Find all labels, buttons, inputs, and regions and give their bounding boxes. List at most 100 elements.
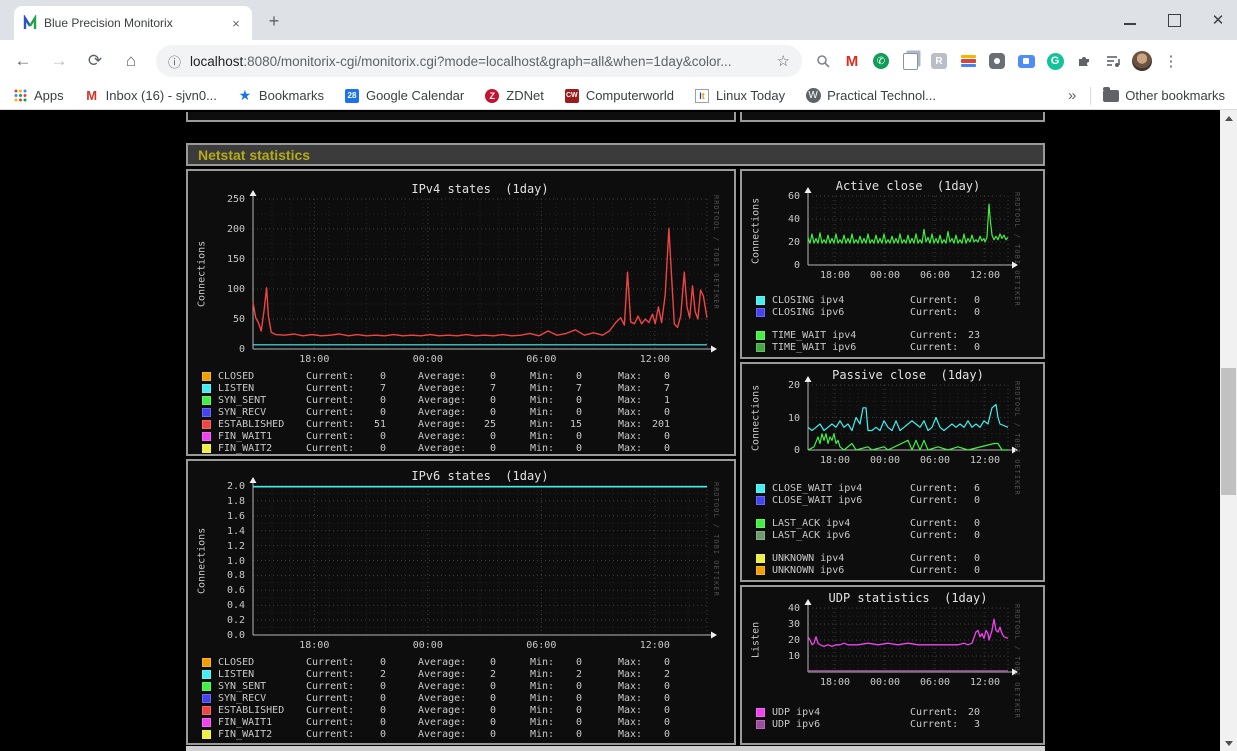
bookmark-linux-today[interactable]: lt Linux Today — [694, 88, 785, 104]
legend-swatch — [202, 407, 211, 417]
bookmarks-overflow-icon[interactable]: » — [1068, 87, 1076, 104]
legend-value-average: 0 — [489, 442, 496, 454]
legend-active-close: CLOSING ipv4 Current: 0 CLOSING ipv6 Current… — [742, 294, 1043, 353]
home-icon[interactable]: ⌂ — [118, 48, 144, 74]
scroll-up-arrow[interactable] — [1220, 110, 1237, 126]
previous-panel-bottom-left — [186, 112, 736, 122]
chart-ylabel: Connections — [750, 197, 762, 264]
bookmark-practical-technology[interactable]: W Practical Technol... — [805, 88, 936, 104]
search-icon[interactable] — [812, 50, 834, 72]
browser-tab[interactable]: Blue Precision Monitorix × — [14, 6, 252, 40]
legend-swatch — [756, 565, 765, 575]
legend-key-current: Current: — [910, 482, 959, 494]
reload-icon[interactable]: ⟳ — [82, 48, 108, 74]
page-scrollbar[interactable] — [1220, 110, 1237, 751]
legend-row: ESTABLISHED Current: 0 Average: 0 Min: 0 Max: 0 — [188, 704, 734, 716]
bookmark-inbox[interactable]: M Inbox (16) - sjvn0... — [84, 88, 217, 104]
legend-value-max: 7 — [663, 382, 670, 394]
legend-label: UNKNOWN ipv4 — [772, 552, 845, 564]
bookmarks-right-group: » Other bookmarks — [1068, 86, 1225, 105]
profile-avatar[interactable] — [1131, 50, 1153, 72]
bookmark-bookmarks[interactable]: ★ Bookmarks — [237, 87, 324, 104]
tab-title: Blue Precision Monitorix — [44, 16, 173, 30]
legend-key-current: Current: — [306, 680, 355, 692]
r-extension-icon[interactable]: R — [928, 50, 950, 72]
legend-row: UDP ipv6 Current: 3 — [742, 718, 1043, 730]
other-bookmarks-button[interactable]: Other bookmarks — [1103, 86, 1225, 104]
playlist-icon[interactable] — [1102, 50, 1124, 72]
legend-swatch — [756, 330, 765, 340]
legend-key-current: Current: — [910, 706, 959, 718]
chart-title: IPv4 states (1day) — [411, 182, 549, 196]
new-tab-button[interactable]: + — [262, 9, 286, 33]
legend-value-current: 0 — [973, 552, 980, 564]
x-tick-label: 06:00 — [526, 640, 557, 651]
x-tick-label: 06:00 — [919, 677, 951, 688]
apps-grid-icon — [12, 88, 28, 104]
legend-row: TIME_WAIT ipv6 Current: 0 — [742, 341, 1043, 353]
legend-value-max: 201 — [651, 418, 670, 430]
legend-label: FIN_WAIT2 — [218, 728, 273, 740]
bookmark-zdnet[interactable]: Z ZDNet — [484, 88, 544, 104]
bookmark-google-calendar[interactable]: 28 Google Calendar — [344, 88, 464, 104]
scrollbar-thumb[interactable] — [1221, 368, 1236, 495]
legend-value-max: 1 — [663, 394, 670, 406]
legend-value-current: 0 — [973, 494, 980, 506]
legend-key-average: Average: — [418, 394, 467, 406]
copy-pages-icon[interactable] — [899, 50, 921, 72]
legend-value-current: 2 — [379, 668, 386, 680]
legend-key-average: Average: — [418, 430, 467, 442]
legend-swatch — [756, 518, 765, 528]
grammarly-icon[interactable]: G — [1044, 50, 1066, 72]
legend-label: FIN_WAIT1 — [218, 430, 273, 442]
back-icon[interactable]: ← — [10, 48, 36, 74]
site-info-icon[interactable]: ⓘ — [168, 52, 181, 71]
legend-label: CLOSED — [218, 370, 255, 382]
address-bar[interactable]: ⓘ localhost:8080/monitorix-cgi/monitorix… — [156, 45, 802, 77]
y-tick-label: 0.4 — [226, 600, 245, 612]
browser-menu-icon[interactable]: ⋮ — [1160, 50, 1182, 72]
legend-value-min: 0 — [575, 442, 582, 454]
legend-swatch — [756, 307, 765, 317]
browser-toolbar: ← → ⟳ ⌂ ⓘ localhost:8080/monitorix-cgi/m… — [0, 40, 1237, 82]
meet-camera-icon[interactable] — [1015, 50, 1037, 72]
x-tick-label: 00:00 — [869, 270, 901, 281]
legend-label: LISTEN — [218, 668, 255, 680]
legend-label: FIN_WAIT2 — [218, 442, 273, 454]
bookmark-star-icon[interactable]: ☆ — [777, 52, 790, 70]
scroll-down-arrow[interactable] — [1220, 735, 1237, 751]
books-stack-icon[interactable] — [957, 50, 979, 72]
legend-key-average: Average: — [418, 442, 467, 454]
apps-shortcut[interactable]: Apps — [12, 88, 64, 104]
chart-title: IPv6 states (1day) — [411, 469, 549, 483]
legend-label: TIME_WAIT ipv6 — [772, 341, 857, 353]
y-tick-label: 10 — [787, 412, 800, 424]
minimize-icon[interactable] — [1121, 11, 1139, 29]
legend-label: SYN_RECV — [218, 692, 267, 704]
legend-key-min: Min: — [530, 406, 555, 418]
legend-key-current: Current: — [910, 552, 959, 564]
pocket-icon[interactable] — [986, 50, 1008, 72]
legend-key-max: Max: — [618, 668, 643, 680]
legend-value-current: 20 — [967, 706, 980, 718]
tab-close-icon[interactable]: × — [228, 16, 244, 31]
close-icon[interactable]: ✕ — [1209, 11, 1227, 29]
legend-key-min: Min: — [530, 728, 555, 740]
gmail-icon[interactable]: M — [841, 50, 863, 72]
folder-icon — [1103, 86, 1120, 104]
panel-ipv4-states: IPv4 states (1day) Connections 0 50 100 150 20… — [186, 169, 736, 456]
legend-label: LISTEN — [218, 382, 255, 394]
maximize-icon[interactable] — [1165, 11, 1183, 29]
bookmark-computerworld[interactable]: CW Computerworld — [564, 88, 674, 104]
legend-row: SYN_RECV Current: 0 Average: 0 Min: 0 Max: 0 — [188, 406, 734, 418]
puzzle-extensions-icon[interactable] — [1073, 50, 1095, 72]
forward-icon[interactable]: → — [46, 48, 72, 74]
legend-swatch — [756, 719, 765, 729]
legend-value-min: 2 — [575, 668, 582, 680]
legend-swatch — [756, 530, 765, 540]
legend-swatch — [756, 553, 765, 563]
legend-value-min: 0 — [575, 716, 582, 728]
bookmark-label: Practical Technol... — [827, 88, 936, 103]
voice-icon[interactable]: ✆ — [870, 50, 892, 72]
legend-value-current: 0 — [973, 564, 980, 576]
